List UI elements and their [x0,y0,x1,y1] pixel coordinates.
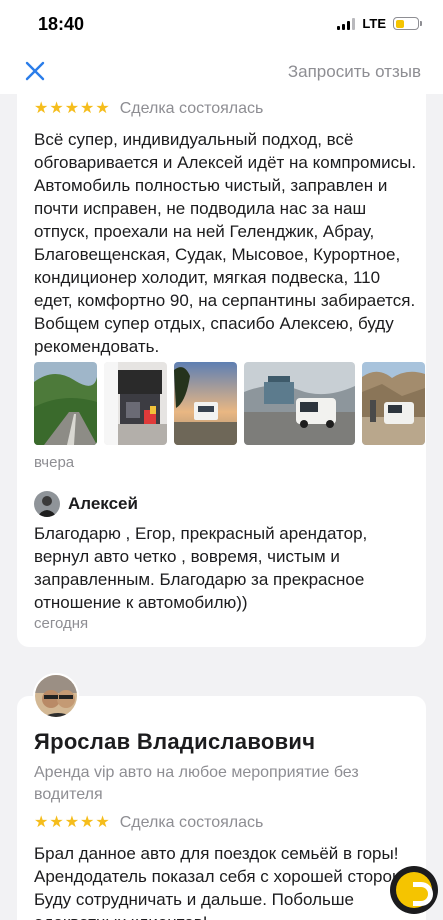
status-time: 18:40 [38,14,85,34]
assistant-button[interactable] [390,866,438,914]
review-photo[interactable] [362,362,425,445]
review-photos [34,362,425,445]
network-type: LTE [362,16,386,31]
owner-reply-text: Благодарю , Егор, прекрасный арендатор, … [34,524,368,612]
status-bar: 18:40 LTE [0,0,443,48]
star-icon: ★ [64,814,80,831]
avatar [34,491,60,517]
star-icon: ★ [64,100,80,117]
star-icon: ★ [49,100,64,117]
review-photo[interactable] [174,362,237,445]
review-photo[interactable] [244,362,355,445]
rating-row: ★ ★ ★ ★ ★ Сделка состоялась [34,814,263,832]
assistant-icon [396,872,433,908]
review-date: вчера [34,454,75,471]
star-icon: ★ [95,814,110,831]
request-review-button[interactable]: Запросить отзыв [288,62,421,82]
star-icon: ★ [80,100,95,117]
status-indicators: LTE [337,16,422,31]
star-rating: ★ ★ ★ ★ ★ [34,101,110,117]
battery-level [395,19,404,28]
close-button[interactable] [22,58,48,84]
star-icon: ★ [49,814,64,831]
close-icon [25,61,45,81]
star-icon: ★ [34,100,49,117]
owner-name: Алексей [68,494,138,513]
avatar [33,673,79,719]
star-icon: ★ [34,814,49,831]
star-icon: ★ [95,100,110,117]
review-text: Всё супер, индивидуальный подход, всё об… [34,130,417,356]
battery-icon [393,17,422,30]
star-rating: ★ ★ ★ ★ ★ [34,815,110,831]
signal-icon [337,17,356,30]
review-card: ★ ★ ★ ★ ★ Сделка состоялась Всё супер, и… [17,82,426,647]
rating-row: ★ ★ ★ ★ ★ Сделка состоялась [34,100,263,118]
reply-date: сегодня [34,615,89,632]
service-name: Аренда vip авто на любое мероприятие без… [34,764,359,803]
owner-reply-header: Алексей [34,491,138,517]
review-photo[interactable] [34,362,97,445]
review-photo[interactable] [104,362,167,445]
reviewer-name: Ярослав Владиславович [34,729,316,754]
review-text: Брал данное авто для поездок семьёй в го… [34,844,419,920]
star-icon: ★ [80,814,95,831]
deal-status: Сделка состоялась [119,100,264,117]
deal-status: Сделка состоялась [119,814,264,831]
review-card: Ярослав Владиславович Аренда vip авто на… [17,696,426,920]
